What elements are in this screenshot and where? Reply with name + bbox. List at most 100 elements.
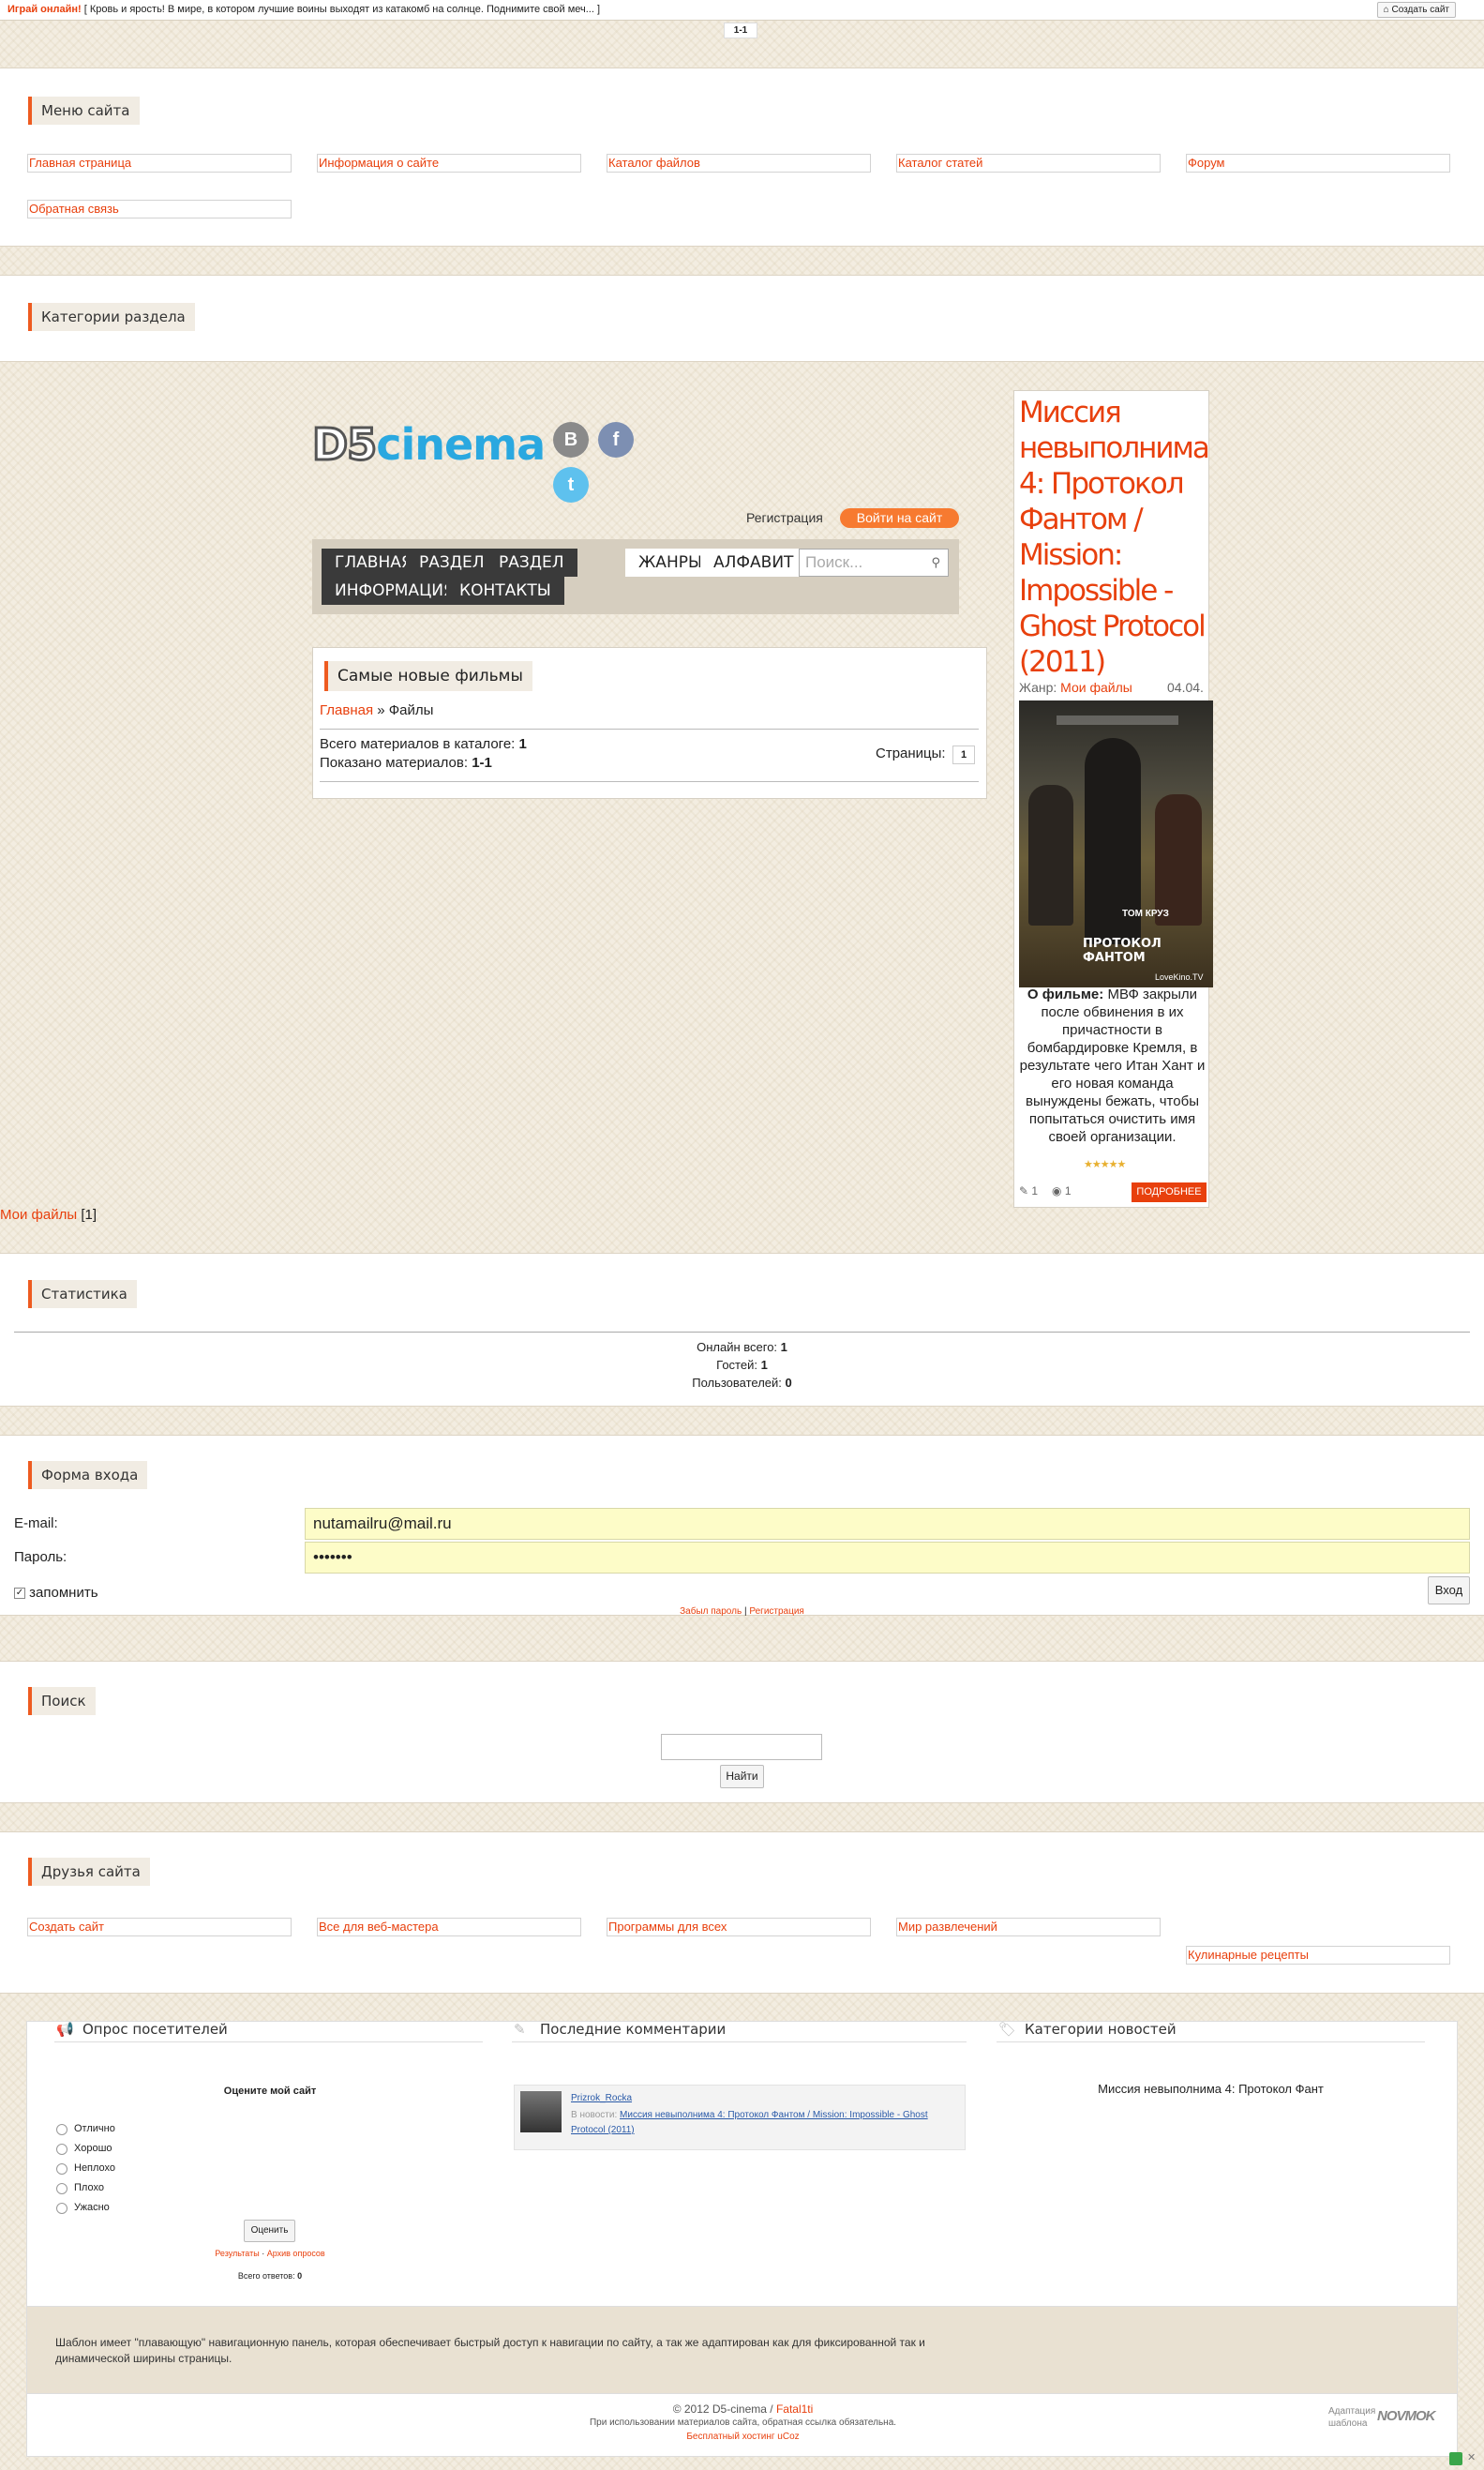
- poll-archive-link[interactable]: Архив опросов: [267, 2249, 325, 2258]
- forgot-link[interactable]: Забыл пароль: [680, 1606, 742, 1617]
- more-button[interactable]: ПОДРОБНЕЕ: [1132, 1182, 1207, 1202]
- twitter-icon[interactable]: t: [553, 467, 589, 503]
- movie-title[interactable]: Миссия невыполнима 4: Протокол Фантом / …: [1019, 395, 1210, 680]
- hosting-link[interactable]: Бесплатный хостинг uCoz: [686, 2432, 799, 2442]
- menu-link-home[interactable]: Главная страница: [27, 154, 292, 173]
- movie-about: О фильме: МВФ закрыли после обвинения в …: [1018, 986, 1207, 1146]
- content-card: Самые новые фильмы Главная » Файлы Всего…: [312, 647, 987, 799]
- eye-icon: ◉: [1052, 1184, 1062, 1197]
- home-icon: ⌂: [1383, 5, 1389, 15]
- breadcrumb-sep: »: [377, 702, 385, 718]
- poll-header: 📢 Опрос посетителей: [54, 2018, 483, 2042]
- login-submit-button[interactable]: Вход: [1428, 1576, 1470, 1604]
- search-input[interactable]: [661, 1734, 822, 1760]
- nav-search-placeholder: Поиск...: [805, 553, 863, 571]
- poll-vote-button[interactable]: Оценить: [244, 2220, 295, 2242]
- breadcrumb-current: Файлы: [388, 702, 434, 718]
- friend-link-programs[interactable]: Программы для всех: [607, 1918, 871, 1936]
- create-site-button[interactable]: ⌂ Создать сайт: [1376, 2, 1456, 18]
- about-label: О фильме:: [1027, 986, 1104, 1002]
- movie-poster[interactable]: ТОМ КРУЗ ПРОТОКОЛ ФАНТОМ LoveKino.TV: [1019, 700, 1213, 987]
- my-files-link[interactable]: Мои файлы: [0, 1207, 77, 1223]
- top-ticker[interactable]: Играй онлайн! [ Кровь и ярость! В мире, …: [7, 4, 600, 15]
- footer-description-bar: Шаблон имеет "плавающую" навигационную п…: [26, 2307, 1458, 2393]
- menu-link-forum[interactable]: Форум: [1186, 154, 1450, 173]
- movie-card: Миссия невыполнима 4: Протокол Фантом / …: [1013, 390, 1213, 1208]
- friends-panel: Друзья сайта Создать сайт Все для веб-ма…: [0, 1831, 1484, 1994]
- login-button[interactable]: Войти на сайт: [840, 508, 959, 528]
- adaptation-label-2: шаблона: [1328, 2418, 1368, 2429]
- content-title: Самые новые фильмы: [324, 661, 532, 691]
- menu-link-articles[interactable]: Каталог статей: [896, 154, 1161, 173]
- login-title: Форма входа: [28, 1461, 148, 1489]
- ucoz-icon[interactable]: [1449, 2452, 1462, 2465]
- poll-radio-4[interactable]: [56, 2183, 67, 2194]
- register-link-form[interactable]: Регистрация: [749, 1606, 803, 1617]
- footer-hosting: Бесплатный хостинг uCoz: [27, 2432, 1459, 2442]
- shown-materials: Показано материалов: 1-1: [320, 755, 492, 771]
- page-1[interactable]: 1: [952, 746, 975, 764]
- friend-link-entertainment[interactable]: Мир развлечений: [896, 1918, 1161, 1936]
- ticker-text[interactable]: [ Кровь и ярость! В мире, в котором лучш…: [84, 4, 600, 15]
- remember-label: запомнить: [29, 1585, 98, 1601]
- search-icon[interactable]: ⚲: [931, 550, 940, 576]
- facebook-icon[interactable]: f: [598, 422, 634, 458]
- password-field[interactable]: •••••••: [305, 1542, 1470, 1574]
- rating-stars[interactable]: ★★★★★: [1084, 1158, 1126, 1170]
- shown-label: Показано материалов:: [320, 755, 469, 771]
- search-button[interactable]: Найти: [720, 1765, 764, 1788]
- close-icon[interactable]: ✕: [1467, 2451, 1476, 2463]
- create-site-label: Создать сайт: [1391, 5, 1449, 15]
- nav-section-2[interactable]: РАЗДЕЛ: [486, 549, 577, 577]
- remember-row: ✓ запомнить: [14, 1585, 98, 1601]
- breadcrumb: Главная » Файлы: [320, 702, 433, 718]
- menu-link-files[interactable]: Каталог файлов: [607, 154, 871, 173]
- search-title: Поиск: [28, 1687, 96, 1715]
- author-link[interactable]: Fatal1ti: [776, 2402, 813, 2416]
- comments-title: Последние комментарии: [540, 2021, 727, 2038]
- comment-news-link[interactable]: Миссия невыполнима 4: Протокол Фантом / …: [571, 2110, 928, 2135]
- total-value: 1: [518, 736, 527, 752]
- comment-user[interactable]: Prizrok_Rocka: [571, 2093, 632, 2103]
- menu-link-feedback[interactable]: Обратная связь: [27, 200, 292, 218]
- site-logo[interactable]: D5cinema: [310, 418, 546, 472]
- news-categories-title: Категории новостей: [1025, 2021, 1177, 2038]
- nav-contacts[interactable]: КОНТАКТЫ: [446, 577, 564, 605]
- pages-label: Страницы:: [876, 746, 946, 761]
- remember-checkbox[interactable]: ✓: [14, 1588, 25, 1600]
- poll-total-value: 0: [297, 2271, 303, 2281]
- poll-radio-1[interactable]: [56, 2124, 67, 2135]
- friend-link-recipes[interactable]: Кулинарные рецепты: [1186, 1946, 1450, 1965]
- poster-brand: LoveKino.TV: [1155, 972, 1204, 982]
- ticker-label[interactable]: Играй онлайн!: [7, 4, 82, 15]
- novmok-logo[interactable]: NOVMOK: [1377, 2408, 1435, 2424]
- search-panel: Поиск Найти: [0, 1661, 1484, 1803]
- online-label: Онлайн всего:: [697, 1340, 778, 1354]
- avatar[interactable]: [520, 2091, 562, 2132]
- menu-link-info[interactable]: Информация о сайте: [317, 154, 581, 173]
- news-category-item[interactable]: Миссия невыполнима 4: Протокол Фант: [997, 2082, 1425, 2096]
- poll-results-link[interactable]: Результаты: [215, 2249, 259, 2258]
- poll-option-1: Отлично: [74, 2123, 115, 2134]
- email-field[interactable]: nutamailru@mail.ru: [305, 1508, 1470, 1540]
- widgets-area: [26, 2021, 1458, 2307]
- adaptation-label: Адаптация: [1328, 2406, 1376, 2417]
- register-link[interactable]: Регистрация: [746, 510, 823, 525]
- nav-search-input[interactable]: Поиск... ⚲: [799, 549, 949, 577]
- friend-link-webmaster[interactable]: Все для веб-мастера: [317, 1918, 581, 1936]
- genre-link[interactable]: Мои файлы: [1060, 680, 1132, 695]
- nav-section-1[interactable]: РАЗДЕЛ: [406, 549, 498, 577]
- poll-radio-3[interactable]: [56, 2163, 67, 2175]
- poll-radio-2[interactable]: [56, 2144, 67, 2155]
- comment-news: В новости: Миссия невыполнима 4: Протоко…: [571, 2108, 960, 2138]
- footer-description: Шаблон имеет "плавающую" навигационную п…: [55, 2336, 925, 2365]
- poll-radio-5[interactable]: [56, 2203, 67, 2214]
- top-pager[interactable]: 1-1: [724, 23, 757, 38]
- vk-icon[interactable]: В: [553, 422, 589, 458]
- top-bar: Играй онлайн! [ Кровь и ярость! В мире, …: [0, 0, 1484, 21]
- breadcrumb-home[interactable]: Главная: [320, 702, 373, 718]
- nav-alphabet[interactable]: АЛФАВИТ: [700, 549, 807, 577]
- users-label: Пользователей:: [692, 1376, 782, 1390]
- friend-link-create[interactable]: Создать сайт: [27, 1918, 292, 1936]
- shown-value: 1-1: [472, 755, 492, 771]
